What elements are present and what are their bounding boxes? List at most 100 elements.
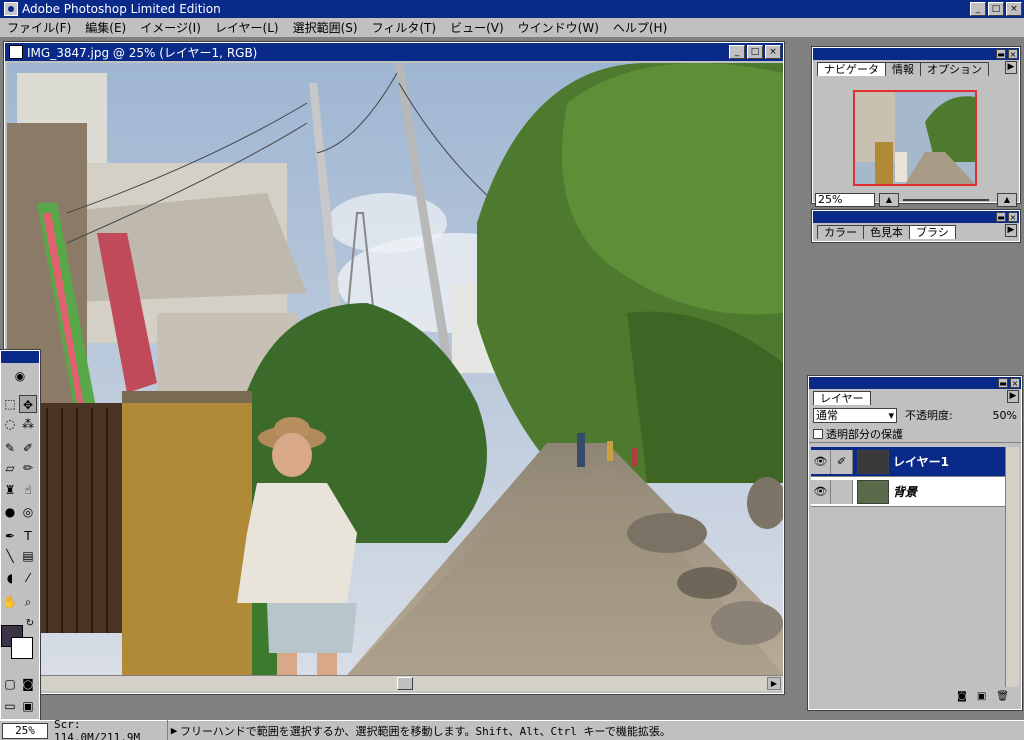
opacity-value[interactable]: 50% (993, 409, 1017, 422)
tab-brushes[interactable]: ブラシ (909, 225, 956, 239)
layers-close-button[interactable]: × (1010, 378, 1020, 388)
layer-row-layer1[interactable]: 👁 ✐ レイヤー1 (811, 447, 1007, 477)
tab-options[interactable]: オプション (920, 62, 989, 76)
hand-tool-icon[interactable]: ✋ (1, 593, 19, 611)
scroll-right-arrow-icon[interactable]: ▶ (767, 677, 781, 690)
navigator-title-bar[interactable]: ▬ × (813, 48, 1019, 60)
background-visibility-eye-icon[interactable]: 👁 (811, 479, 831, 504)
menu-layer[interactable]: レイヤー(L) (208, 19, 286, 36)
line-tool-icon[interactable]: ╲ (1, 547, 19, 565)
menu-file[interactable]: ファイル(F) (0, 19, 78, 36)
menu-edit[interactable]: 編集(E) (78, 19, 133, 36)
standard-mode-icon[interactable]: ▢ (1, 675, 19, 693)
menu-filter[interactable]: フィルタ(T) (365, 19, 443, 36)
navigator-zoom-input[interactable]: 25% (815, 193, 875, 207)
screen-mode-full-icon[interactable]: ▣ (19, 697, 37, 715)
tab-layers[interactable]: レイヤー (813, 391, 871, 405)
app-title: Adobe Photoshop Limited Edition (22, 2, 221, 16)
navigator-minimize-button[interactable]: ▬ (996, 49, 1006, 59)
move-tool-icon[interactable]: ✥ (19, 395, 37, 413)
layers-scrollbar[interactable] (1005, 447, 1019, 687)
menu-view[interactable]: ビュー(V) (443, 19, 511, 36)
dodge-tool-icon[interactable]: ● (1, 503, 19, 521)
color-panel-title-bar[interactable]: ▬ × (813, 211, 1019, 223)
marquee-tool-icon[interactable]: ⬚ (1, 395, 19, 413)
chevron-down-icon: ▾ (888, 408, 894, 422)
navigator-close-button[interactable]: × (1008, 49, 1018, 59)
status-zoom-field[interactable]: 25% (2, 722, 48, 739)
preserve-transparency-checkbox[interactable] (813, 428, 823, 439)
document-title-bar[interactable]: IMG_3847.jpg @ 25% (レイヤー1, RGB) _ □ × (5, 43, 783, 61)
magic-wand-icon[interactable]: ⁂ (19, 415, 37, 433)
navigator-thumbnail[interactable] (853, 90, 977, 186)
pen-tool-icon[interactable]: ✒ (1, 527, 19, 545)
scrollbar-thumb[interactable] (397, 677, 413, 690)
new-layer-icon[interactable]: ▣ (977, 691, 986, 707)
color-panel-minimize-button[interactable]: ▬ (996, 212, 1006, 222)
swap-colors-icon[interactable]: ↻ (23, 617, 37, 631)
scratch-size[interactable]: Scr: 114.0M/211.9M (48, 717, 168, 740)
opacity-label: 不透明度: (905, 409, 953, 422)
background-link-slot[interactable] (831, 479, 853, 504)
sponge-tool-icon[interactable]: ◎ (19, 503, 37, 521)
photo-image (7, 63, 783, 675)
status-message: フリーハンドで範囲を選択するか、選択範囲を移動します。Shift、Alt、Ctr… (180, 724, 671, 738)
eye-logo-icon[interactable]: ◉ (1, 367, 39, 385)
tab-swatches[interactable]: 色見本 (863, 225, 910, 239)
layers-menu-arrow-icon[interactable]: ▶ (1007, 390, 1019, 403)
color-panel-close-button[interactable]: × (1008, 212, 1018, 222)
layer-edit-brush-icon[interactable]: ✐ (831, 449, 853, 474)
airbrush-tool-icon[interactable]: ✎ (1, 439, 19, 457)
menu-image[interactable]: イメージ(I) (133, 19, 208, 36)
toolbox-panel: ◉ ⬚ ✥ ◌ ⁂ ✎ ✐ ▱ ✏ ♜ ☝ ● ◎ ✒ T ╲ ▤ ◖ ⁄ ✋ … (0, 349, 41, 721)
image-canvas[interactable] (7, 63, 783, 675)
gradient-tool-icon[interactable]: ▤ (19, 547, 37, 565)
panel-menu-arrow-icon[interactable]: ▶ (1005, 61, 1017, 74)
preserve-transparency-label: 透明部分の保護 (826, 427, 903, 441)
navigator-zoom-slider[interactable] (903, 199, 989, 201)
layers-minimize-button[interactable]: ▬ (998, 378, 1008, 388)
layer-visibility-eye-icon[interactable]: 👁 (811, 449, 831, 474)
zoom-tool-icon[interactable]: ⌕ (19, 593, 37, 611)
menu-window[interactable]: ウインドウ(W) (511, 19, 606, 36)
quick-mask-icon[interactable]: ◙ (19, 675, 37, 693)
navigator-zoom-bar: 25% ▲ ▲ (815, 192, 1017, 208)
delete-layer-icon[interactable]: 🗑 (996, 691, 1009, 707)
doc-minimize-button[interactable]: _ (729, 45, 745, 59)
stamp-tool-icon[interactable]: ♜ (1, 481, 19, 499)
zoom-out-button[interactable]: ▲ (879, 193, 899, 207)
screen-mode-standard-icon[interactable]: ▭ (1, 697, 19, 715)
lasso-tool-icon[interactable]: ◌ (1, 415, 19, 433)
navigator-panel: ▬ × ナビゲータ 情報 オプション ▶ 25% ▲ ▲ (811, 46, 1021, 207)
tab-navigator[interactable]: ナビゲータ (817, 62, 886, 76)
minimize-button[interactable]: _ (970, 2, 986, 16)
paint-bucket-icon[interactable]: ◖ (1, 569, 19, 587)
paintbrush-tool-icon[interactable]: ✐ (19, 439, 37, 457)
photoshop-app-icon[interactable] (4, 2, 18, 16)
blend-mode-value: 通常 (816, 408, 838, 422)
layers-title-bar[interactable]: ▬ × (809, 377, 1021, 389)
menu-help[interactable]: ヘルプ(H) (606, 19, 674, 36)
color-panel-menu-arrow-icon[interactable]: ▶ (1005, 224, 1017, 237)
maximize-button[interactable]: □ (988, 2, 1004, 16)
horizontal-scrollbar[interactable]: ▶ (7, 675, 783, 691)
eyedropper-tool-icon[interactable]: ⁄ (19, 569, 37, 587)
status-menu-arrow-icon[interactable]: ▶ (168, 724, 180, 737)
doc-close-button[interactable]: × (765, 45, 781, 59)
pencil-tool-icon[interactable]: ✏ (19, 459, 37, 477)
doc-maximize-button[interactable]: □ (747, 45, 763, 59)
background-color-swatch[interactable] (11, 637, 33, 659)
layer-row-background[interactable]: 👁 背景 (811, 477, 1007, 507)
tab-color[interactable]: カラー (817, 225, 864, 239)
type-tool-icon[interactable]: T (19, 527, 37, 545)
menu-select[interactable]: 選択範囲(S) (286, 19, 365, 36)
layer1-thumbnail (857, 449, 889, 474)
close-button[interactable]: × (1006, 2, 1022, 16)
toolbox-title-bar[interactable] (1, 351, 39, 363)
tab-info[interactable]: 情報 (885, 62, 921, 76)
eraser-tool-icon[interactable]: ▱ (1, 459, 19, 477)
zoom-in-button[interactable]: ▲ (997, 193, 1017, 207)
blend-mode-select[interactable]: 通常 ▾ (813, 407, 897, 423)
layer-mask-icon[interactable]: ◙ (957, 691, 967, 707)
smudge-tool-icon[interactable]: ☝ (19, 481, 37, 499)
